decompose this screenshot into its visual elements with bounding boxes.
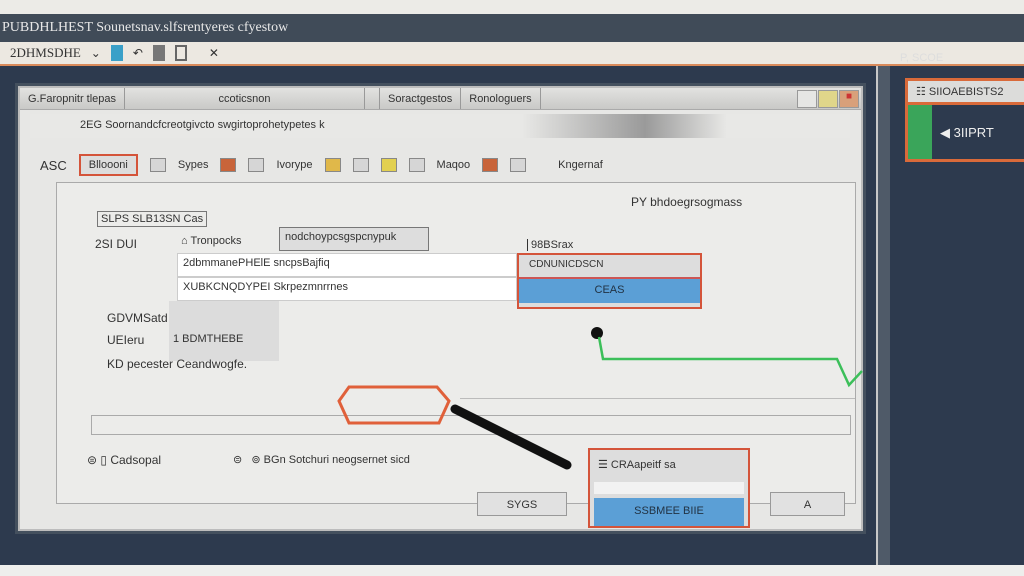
side-panel-header[interactable]: ☷ SIIOAEBISTS2	[908, 81, 1024, 105]
undo-icon[interactable]: ↶	[133, 46, 143, 60]
toolbar-label[interactable]: 2DHMSDHE	[10, 45, 81, 61]
search-prefix-label: Tronpocks	[190, 235, 242, 247]
close-button[interactable]: ■	[839, 90, 859, 108]
dropdown-value[interactable]: CDNUNICDSCN	[519, 255, 700, 279]
tool-maps[interactable]: Maqoo	[437, 159, 471, 171]
search-input[interactable]: nodchoypcsgspcnypuk	[279, 227, 429, 251]
list-item[interactable]: 2dbmmanePHElE sncpsBajfiq	[177, 253, 517, 277]
page-icon[interactable]	[174, 45, 187, 61]
extra-button[interactable]: A	[770, 492, 845, 516]
dropdown[interactable]: CDNUNICDSCN CEAS	[517, 253, 702, 309]
tab-preferences[interactable]: Soractgestos	[379, 88, 462, 109]
green-connector	[591, 327, 863, 388]
close-icon[interactable]: ✕	[209, 46, 219, 60]
dialog-window: G.Faropnitr tlepas ccoticsnon Soractgest…	[18, 86, 863, 531]
dialog-subtitle: 2EG Soornandcfcreotgivcto swgirtoprohety…	[30, 114, 850, 138]
list-item[interactable]: XUBKCNQDYPEI Skrpezmnrrnes	[177, 277, 517, 301]
search-prefix: ⌂ Tronpocks	[181, 235, 242, 247]
tab-options[interactable]: ccoticsnon	[125, 88, 366, 109]
popup-separator	[594, 482, 744, 494]
tab-reports[interactable]: Ronologuers	[461, 88, 541, 109]
minimize-button[interactable]	[797, 90, 817, 108]
popup-menu: ☰ CRAapeitf sa SSBMEE BIIE	[588, 448, 750, 528]
checkbox-cadstop[interactable]: ⊜ ▯ Cadsopal	[87, 453, 161, 467]
popup-item[interactable]: ☰ CRAapeitf sa	[590, 450, 748, 482]
dialog-toolbar: ASC Blloooni Sypes Ivorype Maqoo Kngerna…	[40, 150, 840, 180]
splitter[interactable]	[876, 66, 890, 565]
image-icon[interactable]	[324, 158, 341, 172]
status-strip	[908, 105, 932, 159]
cancel-button[interactable]: SYGS	[477, 492, 567, 516]
tool-label: Blloooni	[88, 159, 128, 171]
bookmark-icon[interactable]	[110, 45, 123, 61]
primary-button[interactable]: SSBMEE BIIE	[594, 498, 744, 526]
link-icon[interactable]	[248, 158, 265, 172]
grid-icon[interactable]	[149, 158, 166, 172]
tab-general[interactable]: G.Faropnitr tlepas	[20, 88, 126, 109]
section-label: SLPS SLB13SN Cas	[97, 211, 208, 227]
checkbox-label: BGn Sotchuri neogsernet sicd	[263, 454, 410, 466]
tool-manager[interactable]: Kngernaf	[558, 159, 603, 171]
connector-line	[597, 336, 863, 388]
connector-dot	[591, 327, 603, 339]
toolbar: 2DHMSDHE ⌄ ↶ ✕	[0, 42, 1024, 66]
form-box	[169, 301, 279, 361]
form-description: KD pecester Ceandwogfe.	[107, 357, 248, 371]
side-panel: ☷ SIIOAEBISTS2 ◀ 3IIPRT	[905, 78, 1024, 162]
right-label: 98BSrax	[527, 239, 573, 251]
save-icon[interactable]	[152, 45, 165, 61]
tool-types[interactable]: Sypes	[178, 159, 209, 171]
checkbox-notify[interactable]: ⊜ ⊚ BGn Sotchuri neogsernet sicd	[233, 453, 410, 466]
top-strip	[0, 0, 1024, 14]
doc-icon[interactable]	[408, 158, 425, 172]
list-icon[interactable]	[510, 158, 527, 172]
chevron-down-icon[interactable]: ⌄	[91, 46, 101, 60]
window-title: PUBDHLHEST Sounetsnav.slfsrentyeres cfye…	[0, 14, 1024, 42]
row-label: 2SI DUI	[95, 237, 138, 251]
tool-type[interactable]: Ivorype	[276, 159, 312, 171]
divider	[460, 398, 855, 399]
side-panel-header-label: SIIOAEBISTS2	[928, 86, 1004, 98]
highlight-hexagon	[337, 385, 451, 425]
side-panel-item-label: 3IIPRT	[953, 125, 994, 140]
dropdown-option-selected[interactable]: CEAS	[519, 279, 700, 303]
group-caption: PY bhdoegrsogmass	[631, 195, 743, 209]
box-icon[interactable]	[482, 158, 499, 172]
checkbox-label: Cadsopal	[110, 453, 162, 467]
pointer-stroke	[450, 404, 572, 470]
form-label: GDVMSatd	[107, 311, 168, 325]
table-icon[interactable]	[352, 158, 369, 172]
tools-label: ASC	[40, 157, 67, 173]
form-value[interactable]: 1 BDMTHEBE	[173, 333, 243, 345]
maximize-button[interactable]	[818, 90, 838, 108]
bottom-strip	[0, 565, 1024, 576]
form-label: UEIeru	[107, 333, 145, 347]
folder-icon[interactable]	[220, 158, 237, 172]
side-panel-caption: P, SCOE	[900, 52, 944, 64]
side-panel-item[interactable]: ◀ 3IIPRT	[940, 125, 994, 141]
popup-label: CRAapeitf sa	[610, 459, 676, 471]
dialog-titlebar: G.Faropnitr tlepas ccoticsnon Soractgest…	[20, 88, 861, 110]
tool-bloom[interactable]: Blloooni	[78, 154, 138, 176]
note-icon[interactable]	[380, 158, 397, 172]
